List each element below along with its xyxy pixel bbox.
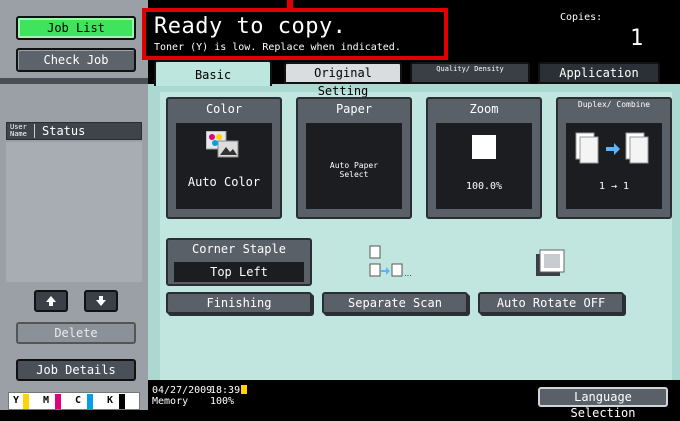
paper-setting-button[interactable]: Paper Auto Paper Select	[296, 97, 412, 219]
toner-level-indicator: Y M C K	[8, 392, 140, 410]
check-job-button[interactable]: Check Job	[16, 48, 136, 72]
duplex-value: 1 → 1	[598, 181, 630, 192]
color-title: Color	[205, 102, 243, 116]
column-status: Status	[42, 124, 86, 138]
tab-original-setting[interactable]: Original Setting	[284, 62, 402, 98]
duplex-title: Duplex/ Combine	[577, 100, 651, 109]
job-list-area	[6, 142, 142, 282]
memory-value: 100%	[210, 396, 235, 407]
toner-bar-k	[119, 394, 125, 409]
time-display: 18:39 100%	[210, 385, 248, 407]
arrow-up-icon	[46, 296, 56, 306]
column-user-name: User Name	[10, 123, 27, 138]
column-separator	[34, 124, 35, 138]
toner-warning: Toner (Y) is low. Replace when indicated…	[154, 42, 401, 53]
scroll-up-button[interactable]	[34, 290, 68, 312]
date-display: 04/27/2009 Memory	[152, 385, 212, 407]
toner-label-c: C	[75, 395, 82, 406]
status-message: Ready to copy.	[154, 14, 347, 39]
corner-staple-title: Corner Staple	[192, 242, 286, 256]
job-list-button[interactable]: Job List	[16, 16, 136, 40]
memory-label: Memory	[152, 396, 189, 407]
time-value: 18:39	[210, 385, 248, 396]
highlight-connector	[287, 0, 293, 8]
paper-title: Paper	[335, 102, 373, 116]
duplex-display: 1 → 1	[566, 123, 662, 209]
finishing-button[interactable]: Finishing	[166, 292, 312, 314]
color-value: Auto Color	[187, 175, 261, 189]
copies-count: 1	[630, 26, 644, 51]
language-selection-button[interactable]: Language Selection	[538, 387, 668, 420]
tab-basic[interactable]: Basic	[154, 60, 272, 86]
status-message-box: Ready to copy. Toner (Y) is low. Replace…	[142, 8, 448, 60]
divider	[0, 78, 148, 84]
corner-staple-button[interactable]: Corner Staple Top Left	[166, 238, 312, 286]
color-display: Auto Color	[176, 123, 272, 209]
copies-label: Copies:	[560, 12, 603, 23]
arrow-down-icon	[96, 296, 106, 306]
delete-button[interactable]: Delete	[16, 322, 136, 344]
auto-rotate-button[interactable]: Auto Rotate OFF	[478, 292, 624, 314]
corner-staple-value: Top Left	[174, 262, 304, 282]
separate-scan-icon: …	[369, 245, 412, 278]
zoom-setting-button[interactable]: Zoom 100.0%	[426, 97, 542, 219]
duplex-combine-button[interactable]: Duplex/ Combine 1 → 1	[556, 97, 672, 219]
scroll-down-button[interactable]	[84, 290, 118, 312]
tab-quality-density[interactable]: Quality/ Density	[410, 62, 530, 84]
date-value: 04/27/2009	[152, 385, 213, 396]
zoom-page-icon	[472, 135, 496, 159]
zoom-value: 100.0%	[465, 181, 503, 192]
duplex-icon	[575, 132, 649, 164]
zoom-title: Zoom	[469, 102, 499, 116]
toner-label-y: Y	[13, 395, 20, 406]
zoom-display: 100.0%	[436, 123, 532, 209]
toner-bar-c	[87, 394, 93, 409]
color-mode-icon	[206, 131, 239, 158]
auto-rotate-icon	[536, 249, 565, 276]
paper-value: Auto Paper Select	[329, 161, 379, 179]
separate-scan-button[interactable]: Separate Scan	[322, 292, 468, 314]
toner-bar-y	[23, 394, 29, 409]
paper-display: Auto Paper Select	[306, 123, 402, 209]
color-setting-button[interactable]: Color Auto Color	[166, 97, 282, 219]
job-details-button[interactable]: Job Details	[16, 359, 136, 381]
toner-label-m: M	[43, 395, 50, 406]
toner-bar-m	[55, 394, 61, 409]
tab-application[interactable]: Application	[538, 62, 660, 84]
svg-text:…: …	[404, 269, 412, 278]
notice-icon	[241, 385, 248, 394]
toner-label-k: K	[107, 395, 114, 406]
